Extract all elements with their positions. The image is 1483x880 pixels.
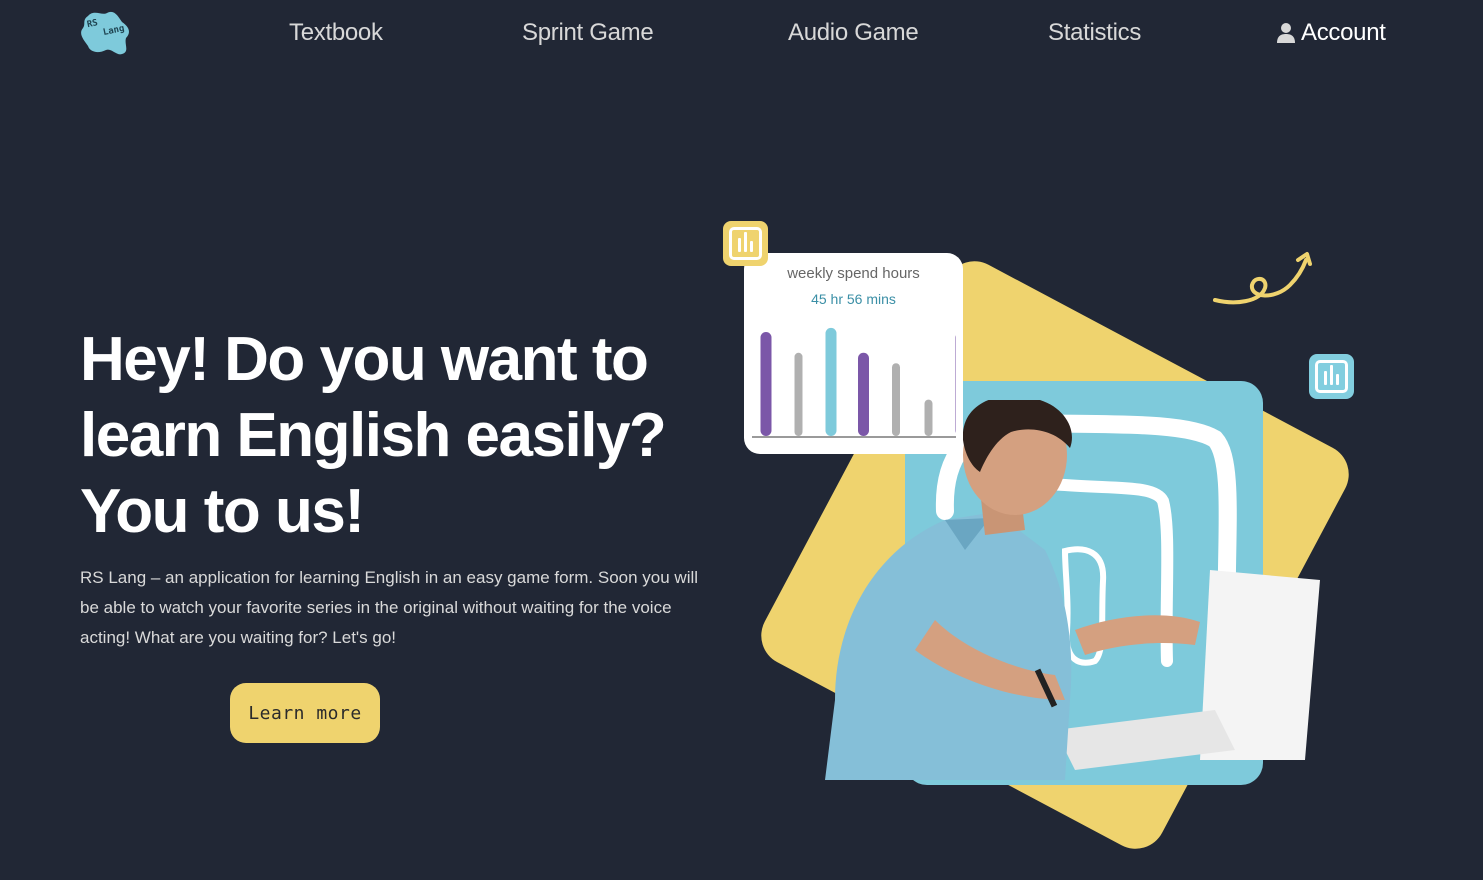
bar-chart-badge-top [723, 221, 768, 266]
nav-audio-game[interactable]: Audio Game [788, 16, 919, 50]
user-icon [1277, 23, 1295, 43]
stat-bar-4 [858, 352, 869, 436]
learn-more-button[interactable]: Learn more [230, 683, 380, 743]
stats-card-title: weekly spend hours [787, 265, 920, 282]
hero-title: Hey! Do you want to learn English easily… [80, 325, 667, 546]
curly-arrow-icon [1213, 252, 1312, 305]
nav-account[interactable]: Account [1277, 16, 1386, 50]
bar-chart-icon [1315, 360, 1348, 393]
stats-card-value: 45 hr 56 mins [811, 291, 896, 307]
nav-textbook[interactable]: Textbook [289, 16, 383, 50]
stat-bar-6 [924, 399, 933, 436]
stat-bar-3 [825, 327, 837, 436]
student-illustration [825, 400, 1320, 780]
hero-description: RS Lang – an application for learning En… [80, 568, 699, 647]
bar-chart-badge-right [1309, 354, 1354, 399]
weekly-stats-card: weekly spend hours 45 hr 56 mins [744, 253, 963, 454]
logo[interactable]: RS Lang [80, 10, 132, 56]
stat-bar-7 [955, 335, 956, 433]
weekly-bar-chart [752, 327, 956, 438]
account-label: Account [1301, 19, 1386, 46]
bar-chart-icon [729, 227, 762, 260]
hero-illustration: weekly spend hours 45 hr 56 mins [700, 200, 1400, 860]
nav-statistics[interactable]: Statistics [1048, 16, 1141, 50]
stat-bar-2 [794, 352, 803, 436]
stat-bar-1 [760, 332, 772, 436]
nav-sprint-game[interactable]: Sprint Game [522, 16, 654, 50]
stat-bar-5 [892, 363, 900, 436]
